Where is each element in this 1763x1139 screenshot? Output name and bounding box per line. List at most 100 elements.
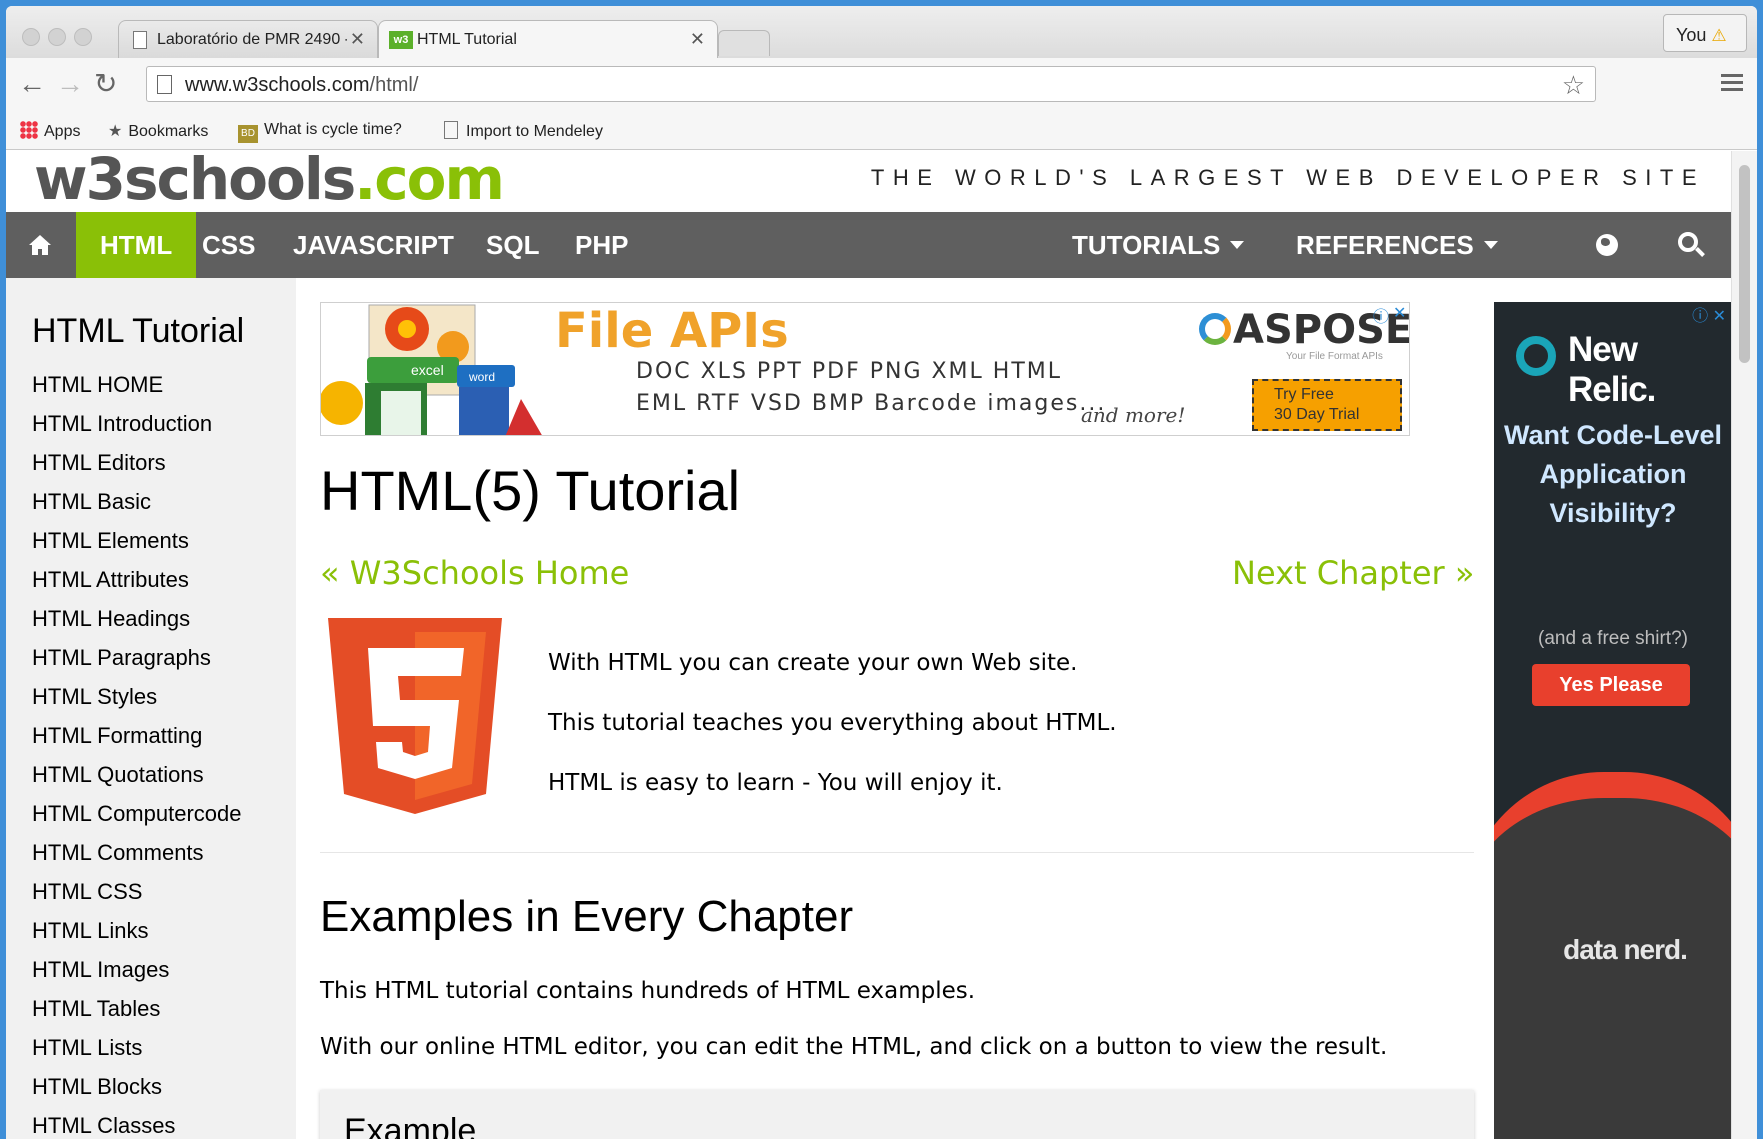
bookmark-cycle-time[interactable]: BD What is cycle time?	[238, 121, 402, 143]
adchoices-icon[interactable]: ⓘ	[1373, 303, 1389, 327]
examples-heading: Examples in Every Chapter	[320, 892, 854, 941]
html5-logo-icon	[328, 618, 502, 814]
next-chapter-link[interactable]: Next Chapter »	[1232, 554, 1474, 592]
tab-html-tutorial[interactable]: w3 HTML Tutorial ✕	[378, 20, 718, 58]
nav-html[interactable]: HTML	[76, 212, 197, 278]
yes-please-button[interactable]: Yes Please	[1532, 664, 1690, 706]
browser-window: Laboratório de PMR 2490 - ✕ w3 HTML Tuto…	[6, 6, 1757, 1139]
nav-php[interactable]: PHP	[575, 212, 628, 278]
sidebar-item-formatting[interactable]: HTML Formatting	[32, 723, 241, 762]
example-box-title: Example	[344, 1112, 477, 1139]
nav-javascript[interactable]: JAVASCRIPT	[293, 212, 454, 278]
sidebar-item-editors[interactable]: HTML Editors	[32, 450, 241, 489]
sidebar-item-images[interactable]: HTML Images	[32, 957, 241, 996]
examples-paragraph-1: This HTML tutorial contains hundreds of …	[320, 978, 976, 1004]
nav-references[interactable]: REFERENCES	[1296, 212, 1498, 278]
sidebar-item-introduction[interactable]: HTML Introduction	[32, 411, 241, 450]
profile-label: You	[1676, 25, 1707, 45]
ad-headline: File APIs	[555, 303, 789, 359]
new-tab-button[interactable]	[718, 30, 770, 56]
close-ad-icon[interactable]: ✕	[1393, 303, 1406, 323]
sidebar-item-quotations[interactable]: HTML Quotations	[32, 762, 241, 801]
bd-favicon: BD	[238, 125, 258, 143]
ad-and-more: and more!	[1081, 403, 1186, 427]
office-files-illustration: excel word	[321, 304, 542, 435]
caret-down-icon	[1230, 241, 1245, 249]
ad-formats-line-2: EML RTF VSD BMP Barcode images...	[636, 391, 1107, 416]
close-window-button[interactable]	[22, 28, 40, 46]
caret-down-icon	[1483, 241, 1498, 249]
examples-paragraph-2: With our online HTML editor, you can edi…	[320, 1034, 1388, 1060]
sidebar-list: HTML HOME HTML Introduction HTML Editors…	[32, 372, 241, 1139]
svg-text:word: word	[468, 370, 495, 384]
nav-tutorials[interactable]: TUTORIALS	[1072, 212, 1245, 278]
sidebar-item-headings[interactable]: HTML Headings	[32, 606, 241, 645]
adchoices-icon[interactable]: ⓘ ✕	[1692, 302, 1726, 326]
apps-grid-icon	[20, 121, 38, 139]
tshirt-text: data nerd.	[1563, 934, 1688, 965]
nav-sql[interactable]: SQL	[486, 212, 539, 278]
w3schools-logo[interactable]: w3schools.com	[34, 151, 505, 213]
sidebar-item-lists[interactable]: HTML Lists	[32, 1035, 241, 1074]
aspose-ad-banner[interactable]: excel word File APIs DOC XLS PPT PDF PNG…	[320, 302, 1410, 436]
search-icon[interactable]	[1678, 232, 1698, 252]
ad-headline: Want Code-Level Application Visibility?	[1503, 420, 1723, 528]
sidebar-item-attributes[interactable]: HTML Attributes	[32, 567, 241, 606]
sidebar-item-comments[interactable]: HTML Comments	[32, 840, 241, 879]
sidebar-item-computercode[interactable]: HTML Computercode	[32, 801, 241, 840]
document-icon	[444, 121, 458, 139]
sidebar-item-blocks[interactable]: HTML Blocks	[32, 1074, 241, 1113]
web-page: w3schools.com THE WORLD'S LARGEST WEB DE…	[6, 151, 1731, 1139]
zoom-window-button[interactable]	[74, 28, 92, 46]
home-icon[interactable]	[28, 234, 52, 256]
sidebar-item-elements[interactable]: HTML Elements	[32, 528, 241, 567]
back-arrow-icon[interactable]: ←	[18, 70, 46, 98]
sidebar-item-tables[interactable]: HTML Tables	[32, 996, 241, 1035]
document-icon	[133, 31, 147, 49]
page-icon	[157, 75, 172, 94]
sidebar-item-css[interactable]: HTML CSS	[32, 879, 241, 918]
sidebar-item-links[interactable]: HTML Links	[32, 918, 241, 957]
sidebar-item-paragraphs[interactable]: HTML Paragraphs	[32, 645, 241, 684]
sidebar: HTML Tutorial HTML HOME HTML Introductio…	[6, 278, 296, 1139]
divider	[320, 852, 1474, 853]
intro-line-2: This tutorial teaches you everything abo…	[548, 710, 1117, 736]
ad-try-free-button[interactable]: Try Free 30 Day Trial	[1252, 379, 1402, 431]
bookmark-star-icon[interactable]: ☆	[1562, 70, 1585, 101]
site-tagline: THE WORLD'S LARGEST WEB DEVELOPER SITE	[870, 165, 1705, 190]
close-tab-icon[interactable]: ✕	[350, 29, 365, 50]
sidebar-item-classes[interactable]: HTML Classes	[32, 1113, 241, 1139]
close-tab-icon[interactable]: ✕	[690, 29, 705, 50]
ad-brand-sub: Your File Format APIs	[1286, 351, 1383, 362]
bookmark-mendeley[interactable]: Import to Mendeley	[444, 121, 603, 141]
forward-arrow-icon[interactable]: →	[56, 70, 84, 98]
reload-icon[interactable]: ↻	[94, 70, 117, 98]
profile-button[interactable]: You ⚠	[1663, 14, 1747, 52]
globe-icon[interactable]	[1596, 234, 1618, 256]
sidebar-item-html-home[interactable]: HTML HOME	[32, 372, 241, 411]
sidebar-title: HTML Tutorial	[32, 312, 245, 350]
bookmarks-bar: Apps ★ Bookmarks BD What is cycle time? Im…	[6, 110, 1757, 150]
star-icon: ★	[108, 123, 123, 140]
nav-css[interactable]: CSS	[202, 212, 255, 278]
menu-icon[interactable]	[1721, 74, 1743, 95]
sidebar-item-styles[interactable]: HTML Styles	[32, 684, 241, 723]
bookmark-apps[interactable]: Apps	[20, 121, 80, 141]
scrollbar-thumb[interactable]	[1739, 165, 1750, 363]
minimize-window-button[interactable]	[48, 28, 66, 46]
ad-subtext: (and a free shirt?)	[1538, 628, 1688, 649]
intro-line-1: With HTML you can create your own Web si…	[548, 650, 1078, 676]
new-relic-ad[interactable]: ⓘ ✕ New Relic. Want Code-Level Applicati…	[1494, 302, 1731, 1139]
tab-laboratorio[interactable]: Laboratório de PMR 2490 - ✕	[118, 20, 378, 58]
prev-link[interactable]: « W3Schools Home	[320, 554, 629, 592]
intro-line-3: HTML is easy to learn - You will enjoy i…	[548, 770, 1003, 796]
ad-brand: New Relic.	[1568, 330, 1656, 409]
bookmark-bookmarks[interactable]: ★ Bookmarks	[108, 121, 208, 141]
url-text: www.w3schools.com/html/	[185, 74, 419, 96]
tab-strip: Laboratório de PMR 2490 - ✕ w3 HTML Tuto…	[6, 6, 1757, 58]
page-scrollbar[interactable]	[1731, 151, 1757, 1139]
example-box: Example	[320, 1090, 1474, 1139]
page-title: HTML(5) Tutorial	[320, 459, 741, 522]
sidebar-item-basic[interactable]: HTML Basic	[32, 489, 241, 528]
address-bar[interactable]: www.w3schools.com/html/ ☆	[146, 66, 1596, 102]
